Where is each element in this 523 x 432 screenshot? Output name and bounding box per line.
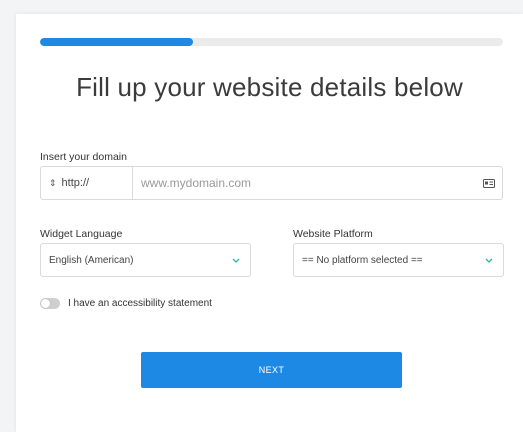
details-card: Fill up your website details below Inser… bbox=[16, 14, 523, 432]
domain-input[interactable] bbox=[133, 167, 476, 199]
accessibility-label: I have an accessibility statement bbox=[68, 298, 212, 309]
language-select[interactable]: English (American) bbox=[40, 243, 251, 277]
language-label: Widget Language bbox=[40, 228, 123, 240]
toggle-knob bbox=[41, 299, 50, 308]
chevron-down-icon bbox=[483, 254, 495, 266]
progress-bar bbox=[40, 38, 503, 46]
sort-arrows-icon: ⇕ bbox=[49, 177, 57, 188]
page-title: Fill up your website details below bbox=[76, 72, 463, 102]
platform-label: Website Platform bbox=[293, 228, 373, 240]
language-value: English (American) bbox=[49, 254, 134, 266]
chevron-down-icon bbox=[230, 254, 242, 266]
domain-field-group: ⇕ http:// bbox=[40, 166, 503, 200]
protocol-value: http:// bbox=[61, 177, 90, 189]
platform-select[interactable]: == No platform selected == bbox=[293, 243, 504, 277]
progress-fill bbox=[40, 38, 193, 46]
protocol-select[interactable]: ⇕ http:// bbox=[41, 167, 133, 199]
id-card-icon bbox=[476, 167, 502, 199]
accessibility-toggle[interactable] bbox=[40, 298, 60, 309]
domain-label: Insert your domain bbox=[40, 151, 127, 163]
accessibility-toggle-row: I have an accessibility statement bbox=[40, 298, 212, 309]
platform-value: == No platform selected == bbox=[302, 254, 423, 266]
next-button[interactable]: NEXT bbox=[141, 352, 402, 388]
